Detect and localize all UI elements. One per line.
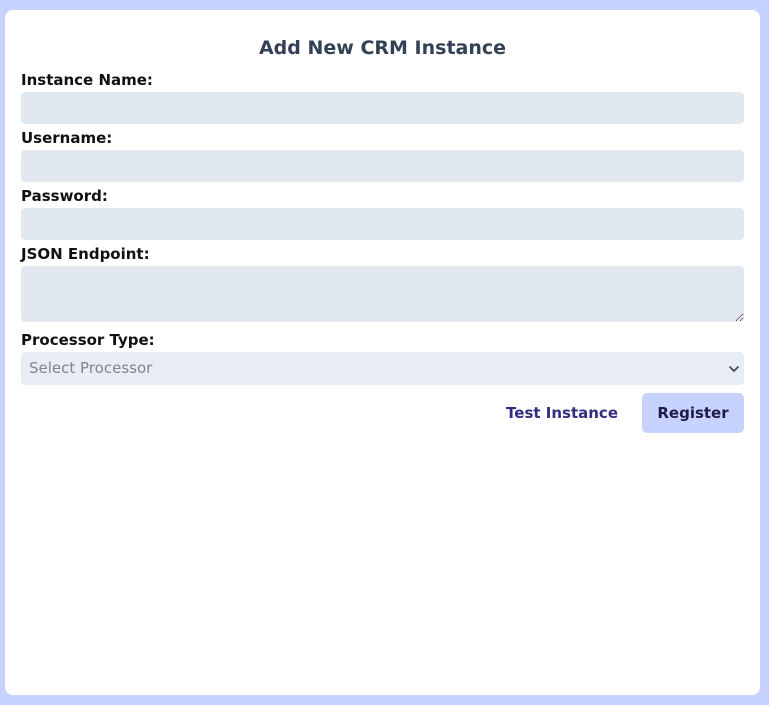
- page-title: Add New CRM Instance: [258, 37, 507, 59]
- form-card: Add New CRM Instance Instance Name: User…: [5, 10, 760, 695]
- processor-type-label: Processor Type:: [21, 331, 155, 349]
- processor-type-select[interactable]: Select Processor: [21, 352, 744, 385]
- username-label: Username:: [21, 129, 113, 147]
- username-input[interactable]: [21, 150, 744, 182]
- test-instance-button[interactable]: Test Instance: [494, 393, 630, 433]
- instance-name-input[interactable]: [21, 92, 744, 124]
- json-endpoint-label: JSON Endpoint:: [21, 245, 150, 263]
- json-endpoint-textarea[interactable]: [21, 266, 744, 322]
- instance-name-label: Instance Name:: [21, 71, 153, 89]
- password-input[interactable]: [21, 208, 744, 240]
- form-actions: Test Instance Register: [21, 393, 744, 433]
- processor-select-value: Select Processor: [29, 359, 153, 377]
- chevron-down-icon: [729, 366, 739, 372]
- register-button[interactable]: Register: [642, 393, 744, 433]
- password-label: Password:: [21, 187, 108, 205]
